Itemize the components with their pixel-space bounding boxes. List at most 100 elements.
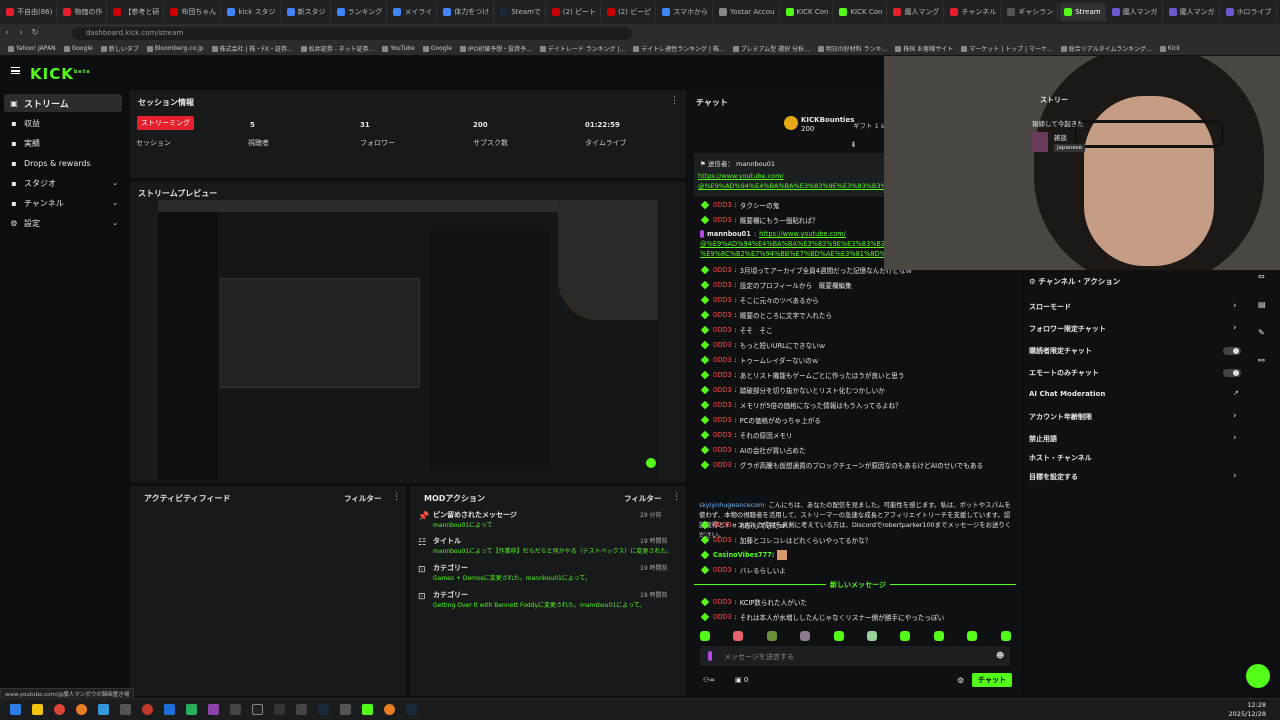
chat-bubble-icon[interactable] (1246, 664, 1270, 688)
chat-username[interactable]: 0DD3 (713, 326, 732, 334)
channel-action-item[interactable]: スローモード (1029, 302, 1071, 312)
bookmark-item[interactable]: 明日の好材料 ランキ... (817, 44, 887, 53)
chat-username[interactable]: 0DD3 (713, 216, 732, 224)
bookmark-item[interactable]: Google (63, 45, 93, 52)
quick-emote[interactable] (1000, 631, 1011, 641)
chat-text[interactable]: https://www.youtube.com/ (759, 230, 846, 238)
app-icon[interactable] (384, 704, 395, 715)
chat-username[interactable]: 0DD3 (713, 296, 732, 304)
smile-icon[interactable]: ☻ (996, 651, 1004, 660)
sidebar-item-revenue[interactable]: ▪ 収益 (4, 114, 122, 132)
users-icon[interactable]: ⚇∞ (703, 676, 715, 684)
steam-icon[interactable] (318, 704, 329, 715)
browser-tab[interactable]: 魔人マンガ (1108, 3, 1163, 21)
browser-tab[interactable]: 新スタジ (283, 3, 331, 21)
browser-tab[interactable]: 【参考と研 (109, 3, 165, 21)
channel-action-item[interactable]: ホスト・チャンネル (1029, 453, 1092, 463)
bookmark-item[interactable]: Google (422, 45, 452, 52)
browser-tab[interactable]: ホロライブ (1222, 3, 1277, 21)
kick-icon[interactable] (362, 704, 373, 715)
chat-username[interactable]: 0DD3 (713, 201, 732, 209)
app-icon[interactable] (274, 704, 285, 715)
expand-icon[interactable]: ⇔ (1258, 272, 1265, 281)
more-icon[interactable]: ⋮ (670, 96, 679, 106)
sidebar-item-channel[interactable]: ▪ チャンネル ⌄ (4, 194, 122, 212)
reload-icon[interactable]: ↻ (28, 28, 42, 38)
bookmark-item[interactable]: IPO初値予想・投資予... (459, 44, 532, 53)
spam-user[interactable]: skylynhugeancecom: (699, 501, 767, 509)
quick-emote[interactable] (967, 631, 978, 641)
app-icon[interactable] (406, 704, 417, 715)
browser-tab[interactable]: 魔人マンガ (1165, 3, 1220, 21)
chat-username[interactable]: 0DD3 (713, 416, 732, 424)
app-icon[interactable] (164, 704, 175, 715)
mod-filter-button[interactable]: フィルター (624, 493, 661, 504)
category-name[interactable]: 雑談 (1054, 132, 1067, 142)
chat-username[interactable]: 0DD3 (713, 613, 732, 621)
bookmark-item[interactable]: Yahoo! JAPAN (8, 45, 56, 52)
bag-icon[interactable]: ▣ 0 (735, 676, 748, 684)
bookmark-item[interactable]: デイトレ適性ランキング | 株... (633, 44, 725, 53)
toggle-switch[interactable] (1223, 369, 1241, 377)
channel-action-item[interactable]: 目標を設定する (1029, 472, 1078, 482)
channel-action-item[interactable]: 購読者限定チャット (1029, 346, 1092, 356)
bookmark-item[interactable]: プレミアム型 選択 分析... (732, 44, 810, 53)
chat-username[interactable]: 0DD3 (713, 401, 732, 409)
quick-emote[interactable] (700, 631, 710, 641)
browser-tab[interactable]: Stream (1060, 3, 1106, 21)
chat-username[interactable]: 0DD3 (713, 281, 732, 289)
chat-username[interactable]: mannbou01 (707, 230, 751, 238)
toggle-switch[interactable] (1223, 347, 1241, 355)
url-field[interactable]: dashboard.kick.com/stream (72, 26, 632, 40)
bookmark-item[interactable]: 新しいタブ (100, 44, 139, 53)
chat-username[interactable]: 0DD3 (713, 371, 732, 379)
browser-tab[interactable]: スマホから (658, 3, 713, 21)
windows-icon[interactable] (10, 704, 21, 715)
browser-tab[interactable]: 物価の作 (59, 3, 108, 21)
sidebar-item-achievements[interactable]: ▪ 実績 (4, 134, 122, 152)
browser-tab[interactable]: KICK Con (835, 3, 888, 21)
sidebar-item-stream[interactable]: ▣ ストリーム (4, 94, 122, 112)
quick-emote[interactable] (733, 631, 744, 641)
firefox-icon[interactable] (76, 704, 87, 715)
chat-username[interactable]: 0DD3 (713, 386, 732, 394)
chat-username[interactable]: 0DD3 (713, 311, 732, 319)
chat-username[interactable]: CasinoVibes777: (713, 551, 774, 559)
chat-username[interactable]: 0DD3 (713, 356, 732, 364)
browser-tab[interactable]: ランキング (333, 3, 388, 21)
collapse-icon[interactable]: ⇟ (850, 140, 857, 149)
browser-tab[interactable]: ギャシラン (1003, 3, 1059, 21)
browser-tab[interactable]: Steamで (496, 3, 546, 21)
quick-emote[interactable] (933, 631, 944, 641)
app-icon[interactable] (208, 704, 219, 715)
browser-tab[interactable]: kick スタジ (223, 3, 281, 21)
chat-username[interactable]: 0DD3 (713, 431, 732, 439)
browser-tab[interactable]: メイライ (389, 3, 438, 21)
chrome-icon[interactable] (54, 704, 65, 715)
back-icon[interactable]: ‹ (0, 28, 14, 38)
bookmark-item[interactable]: 総合リアルタイムランキング... (1060, 44, 1152, 53)
quick-emote[interactable] (867, 631, 877, 641)
layout-icon[interactable]: ▤ (1258, 300, 1266, 309)
browser-tab[interactable]: 不自由(86) (2, 3, 58, 21)
quick-emote[interactable] (766, 631, 777, 641)
browser-tab[interactable]: (2) ピート (548, 3, 602, 21)
stream-preview-video[interactable] (158, 200, 658, 480)
bookmark-item[interactable]: 松井証券 - ネット証券... (300, 44, 374, 53)
browser-tab[interactable]: 魔人マング (889, 3, 945, 21)
chat-input[interactable]: メッセージを送信する ☻ (700, 646, 1010, 666)
browser-tab[interactable]: (2) ビーピ (603, 3, 657, 21)
channel-action-item[interactable]: アカウント年齢制限 (1029, 412, 1092, 422)
app-icon[interactable] (98, 704, 109, 715)
chat-username[interactable]: 0DD3 (713, 521, 732, 529)
channel-action-item[interactable]: AI Chat Moderation (1029, 390, 1105, 398)
app-icon[interactable] (230, 704, 241, 715)
browser-tab[interactable]: Yostar Accou (715, 3, 780, 21)
sidebar-item-studio[interactable]: ▪ スタジオ ⌄ (4, 174, 122, 192)
bookmark-item[interactable]: Bloomberg.co.jp (146, 45, 204, 52)
folder-icon[interactable] (32, 704, 43, 715)
share-icon[interactable]: ⚯ (1258, 356, 1265, 365)
chat-username[interactable]: 0DD3 (713, 461, 732, 469)
channel-action-item[interactable]: エモートのみチャット (1029, 368, 1099, 378)
bookmark-item[interactable]: マーケット | トップ | マーケ... (961, 44, 1053, 53)
